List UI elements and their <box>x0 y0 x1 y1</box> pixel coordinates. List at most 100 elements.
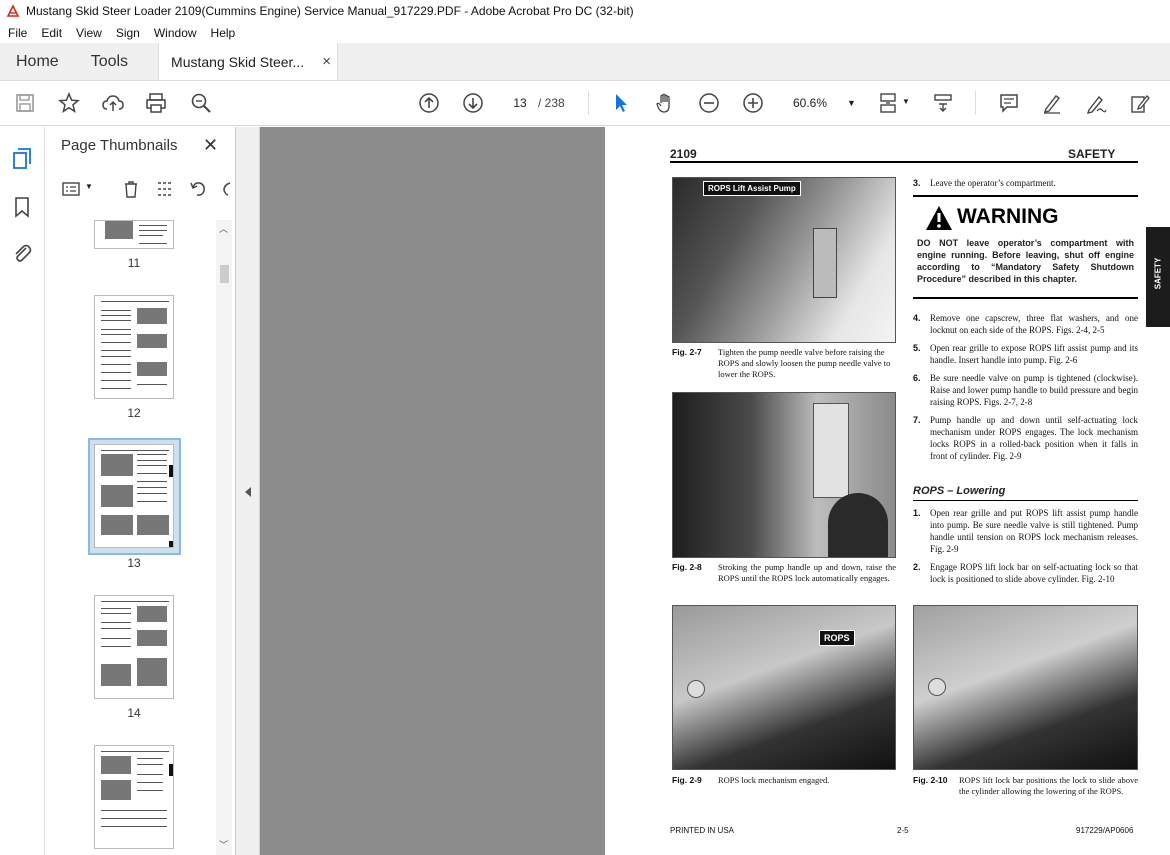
figure-number: Fig. 2-7 <box>672 347 702 357</box>
delete-page-icon[interactable] <box>121 179 141 199</box>
tab-close-icon[interactable]: × <box>322 53 331 70</box>
panel-splitter[interactable] <box>236 127 260 855</box>
warning-text: DO NOT leave operator’s compartment with… <box>917 238 1134 284</box>
chevron-up-icon[interactable]: ︿ <box>219 222 228 235</box>
thumbnail-scrollbar[interactable]: ︿ ﹀ <box>216 220 232 855</box>
zoom-dropdown[interactable]: 60.6% ▼ <box>785 91 856 115</box>
step-text: Open rear grille to expose ROPS lift ass… <box>930 343 1138 365</box>
collapse-panel-icon[interactable] <box>245 487 251 497</box>
step-5: 5. Open rear grille to expose ROPS lift … <box>913 342 1138 368</box>
header-rule <box>670 161 1138 163</box>
toolbar <box>0 81 1170 126</box>
menu-sign[interactable]: Sign <box>108 26 146 40</box>
bolt-detail <box>687 680 705 698</box>
save-icon[interactable] <box>13 91 37 115</box>
thumbnail-label: 13 <box>127 556 141 570</box>
scroll-mode-icon[interactable] <box>931 91 955 115</box>
step-7: 7. Pump handle up and down until self-ac… <box>913 414 1138 464</box>
page-total: / 238 <box>538 96 565 110</box>
thumbnail-page-13[interactable] <box>94 444 174 548</box>
figure-label: ROPS Lift Assist Pump <box>703 181 801 196</box>
footer-printed: PRINTED IN USA <box>670 826 735 835</box>
bookmarks-icon[interactable] <box>10 195 34 219</box>
rotate-right-icon[interactable] <box>220 179 232 199</box>
tire-detail <box>828 493 888 557</box>
chevron-down-icon[interactable]: ▼ <box>85 182 93 191</box>
rotate-left-icon[interactable] <box>188 179 208 199</box>
figure-number: Fig. 2-8 <box>672 562 702 572</box>
sign-pen-icon[interactable] <box>1084 91 1108 115</box>
fill-sign-icon[interactable] <box>1128 91 1152 115</box>
document-page: 2109 SAFETY ROPS Lift Assist Pump Fig. 2… <box>605 127 1170 855</box>
figure-2-7-photo: ROPS Lift Assist Pump <box>672 177 896 343</box>
step-number: 7. <box>913 415 921 425</box>
highlight-pen-icon[interactable] <box>1040 91 1064 115</box>
zoom-in-icon[interactable] <box>741 91 765 115</box>
select-cursor-icon[interactable] <box>609 91 633 115</box>
section-rule <box>913 500 1138 501</box>
toolbar-separator <box>975 91 976 115</box>
print-icon[interactable] <box>144 91 168 115</box>
thumbnail-page-14[interactable] <box>94 595 174 699</box>
scrollbar-thumb[interactable] <box>220 265 229 283</box>
hand-tool-icon[interactable] <box>653 91 677 115</box>
tab-document-label: Mustang Skid Steer... <box>171 53 305 70</box>
step-number: 2. <box>913 562 921 572</box>
upload-cloud-icon[interactable] <box>101 91 125 115</box>
comment-icon[interactable] <box>997 91 1021 115</box>
figure-label: ROPS <box>819 630 855 646</box>
previous-page-icon[interactable] <box>417 91 441 115</box>
step-4: 4. Remove one capscrew, three flat washe… <box>913 312 1138 338</box>
menu-edit[interactable]: Edit <box>33 26 68 40</box>
step-number: 6. <box>913 373 921 383</box>
chevron-down-icon: ▼ <box>847 98 856 108</box>
warning-icon <box>926 206 952 230</box>
zoom-out-icon[interactable] <box>697 91 721 115</box>
chevron-down-icon[interactable]: ﹀ <box>219 838 228 851</box>
warning-box: WARNING DO NOT leave operator’s compartm… <box>913 195 1138 299</box>
thumbnail-label: 14 <box>127 706 141 720</box>
thumbnail-page-12[interactable] <box>94 295 174 399</box>
tab-document[interactable]: Mustang Skid Steer... × <box>158 43 339 80</box>
window-title: Mustang Skid Steer Loader 2109(Cummins E… <box>26 4 634 18</box>
figure-2-10-caption: Fig. 2-10 ROPS lift lock bar positions t… <box>913 775 1138 811</box>
document-viewer: 2109 SAFETY ROPS Lift Assist Pump Fig. 2… <box>260 127 1170 855</box>
panel-title: Page Thumbnails <box>61 137 178 154</box>
zoom-search-icon[interactable] <box>189 91 213 115</box>
close-icon[interactable]: ✕ <box>203 135 218 156</box>
chevron-down-icon[interactable]: ▼ <box>902 97 910 106</box>
menu-help[interactable]: Help <box>203 26 242 40</box>
figure-2-8-photo <box>672 392 896 558</box>
caption-text: ROPS lift lock bar positions the lock to… <box>959 775 1138 796</box>
section-title: ROPS – Lowering <box>913 485 1006 497</box>
lowering-step-2: 2. Engage ROPS lift lock bar on self-act… <box>913 561 1138 599</box>
tab-home[interactable]: Home <box>0 43 75 80</box>
thumbnail-page-11[interactable] <box>94 220 174 249</box>
extract-pages-icon[interactable] <box>155 179 175 199</box>
page-fit-icon[interactable] <box>876 91 900 115</box>
page-number-input[interactable]: 13 <box>505 91 535 115</box>
caption-text: Stroking the pump handle up and down, ra… <box>718 562 896 583</box>
step-number: 1. <box>913 508 921 518</box>
page-thumbnails-icon[interactable] <box>10 147 34 171</box>
figure-number: Fig. 2-10 <box>913 775 948 785</box>
tab-tools[interactable]: Tools <box>75 43 144 80</box>
step-3: 3. Leave the operator’s compartment. <box>913 177 1138 191</box>
caption-text: Tighten the pump needle valve before rai… <box>718 347 891 379</box>
step-text: Engage ROPS lift lock bar on self-actuat… <box>930 562 1138 584</box>
step-number: 3. <box>913 178 921 188</box>
figure-2-7-caption: Fig. 2-7 Tighten the pump needle valve b… <box>672 347 896 383</box>
page-header-model: 2109 <box>670 147 697 161</box>
toolbar-separator <box>588 91 589 115</box>
thumbnail-page-15[interactable] <box>94 745 174 849</box>
thumbnail-tools: ▼ <box>55 177 231 201</box>
menu-view[interactable]: View <box>68 26 108 40</box>
page-header-section: SAFETY <box>1068 147 1116 161</box>
menu-window[interactable]: Window <box>146 26 203 40</box>
menu-file[interactable]: File <box>0 26 33 40</box>
next-page-icon[interactable] <box>461 91 485 115</box>
bookmark-star-icon[interactable] <box>57 91 81 115</box>
zoom-value: 60.6% <box>793 96 828 110</box>
options-menu-icon[interactable] <box>61 179 81 199</box>
attachments-icon[interactable] <box>10 241 34 265</box>
